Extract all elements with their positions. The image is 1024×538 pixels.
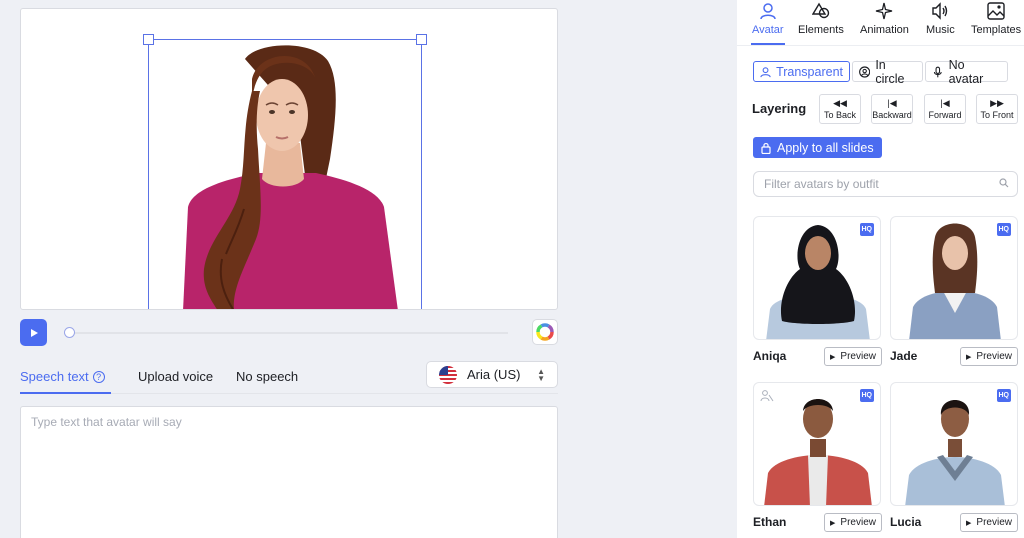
play-icon: ▶: [966, 519, 972, 527]
tab-music[interactable]: Music: [926, 2, 955, 36]
playback-bar: [20, 319, 558, 349]
person-icon: [760, 66, 771, 77]
speaker-icon: [932, 2, 948, 20]
timeline-knob[interactable]: [64, 327, 75, 338]
person-circle-icon: [859, 65, 871, 78]
layering-label: Layering: [752, 101, 807, 116]
avatar-figure[interactable]: [148, 39, 422, 309]
mode-in-circle-label: In circle: [875, 57, 905, 86]
background-color-button[interactable]: [532, 319, 558, 345]
tab-upload-voice[interactable]: Upload voice: [138, 369, 213, 384]
tab-speech-text-label: Speech text: [20, 369, 89, 384]
to-back-label: To Back: [823, 109, 856, 120]
avatar-card-ethan[interactable]: HQ: [753, 382, 881, 506]
lock-icon: [761, 142, 771, 154]
play-icon: ▶: [830, 519, 836, 527]
hq-badge: HQ: [859, 389, 874, 402]
avatar-name: Ethan: [753, 515, 787, 529]
forward-label: Forward: [928, 109, 962, 120]
tab-elements[interactable]: Elements: [798, 2, 844, 36]
avatar-filter-input[interactable]: [753, 171, 1018, 197]
tab-templates[interactable]: Templates: [971, 2, 1021, 36]
voice-select[interactable]: Aria (US) ▲ ▼: [426, 361, 558, 388]
mode-transparent-label: Transparent: [776, 64, 843, 79]
search-icon: [999, 178, 1009, 188]
avatar-card-aniqa[interactable]: HQ: [753, 216, 881, 340]
to-front-button[interactable]: ▶▶ To Front: [976, 94, 1018, 124]
play-icon: ▶: [830, 353, 836, 361]
hq-badge: HQ: [996, 223, 1011, 236]
people-icon: [760, 390, 774, 402]
step-forward-icon: |◀: [940, 97, 950, 108]
avatar-card-jade[interactable]: HQ: [890, 216, 1018, 340]
tab-animation[interactable]: Animation: [860, 2, 909, 36]
speech-textarea[interactable]: [20, 406, 558, 538]
tab-elements-label: Elements: [798, 24, 844, 36]
mode-no-avatar-label: No avatar: [948, 57, 984, 86]
play-button[interactable]: [20, 319, 47, 346]
avatar-card-lucia[interactable]: HQ: [890, 382, 1018, 506]
voice-name: Aria (US): [467, 367, 521, 382]
tab-avatar-label: Avatar: [752, 24, 784, 36]
sparkle-icon: [876, 2, 893, 20]
mode-in-circle[interactable]: In circle: [852, 58, 923, 86]
color-wheel-icon: [536, 323, 554, 341]
tab-templates-label: Templates: [971, 24, 1022, 36]
us-flag-icon: [439, 365, 457, 384]
avatar-name: Aniqa: [753, 349, 787, 363]
step-back-icon: |◀: [887, 97, 897, 108]
help-icon[interactable]: ?: [92, 371, 105, 383]
tab-animation-label: Animation: [860, 24, 909, 36]
hq-badge: HQ: [996, 389, 1011, 402]
fast-forward-icon: ▶▶: [990, 97, 1004, 108]
mode-transparent[interactable]: Transparent: [753, 61, 850, 82]
tabs-divider: [737, 45, 1024, 46]
image-icon: [987, 2, 1005, 20]
microphone-icon: [933, 66, 942, 77]
preview-button-aniqa[interactable]: ▶ Preview: [824, 347, 882, 366]
avatar-name: Lucia: [890, 515, 922, 529]
to-back-button[interactable]: ◀◀ To Back: [819, 94, 861, 124]
to-front-label: To Front: [980, 109, 1014, 120]
apply-to-all-slides-label: Apply to all slides: [777, 140, 874, 155]
tab-avatar[interactable]: Avatar: [752, 2, 784, 36]
preview-label: Preview: [840, 517, 876, 528]
preview-button-lucia[interactable]: ▶ Preview: [960, 513, 1018, 532]
backward-button[interactable]: |◀ Backward: [871, 94, 913, 124]
preview-button-jade[interactable]: ▶ Preview: [960, 347, 1018, 366]
hq-badge: HQ: [859, 223, 874, 236]
preview-label: Preview: [976, 517, 1012, 528]
preview-label: Preview: [976, 351, 1012, 362]
rewind-icon: ◀◀: [833, 97, 847, 108]
preview-button-ethan[interactable]: ▶ Preview: [824, 513, 882, 532]
select-arrows-icon: ▲ ▼: [537, 367, 545, 383]
tab-music-label: Music: [926, 24, 955, 36]
forward-button[interactable]: |◀ Forward: [924, 94, 966, 124]
mode-no-avatar[interactable]: No avatar: [925, 58, 1008, 86]
active-tab-indicator: [20, 392, 111, 394]
app-root: Speech text? Upload voice No speech Aria…: [0, 0, 1024, 538]
play-icon: ▶: [966, 353, 972, 361]
preview-label: Preview: [840, 351, 876, 362]
play-icon: [30, 328, 38, 337]
apply-to-all-slides-button[interactable]: Apply to all slides: [753, 137, 882, 158]
tab-speech-text[interactable]: Speech text?: [20, 369, 105, 384]
tab-no-speech[interactable]: No speech: [236, 369, 298, 384]
avatar-name: Jade: [890, 349, 918, 363]
slide-canvas[interactable]: [20, 8, 558, 310]
timeline-track[interactable]: [64, 332, 508, 334]
shapes-icon: [811, 2, 830, 19]
backward-label: Backward: [872, 109, 912, 120]
avatar-panel: Avatar Elements Animation Music Template…: [737, 0, 1024, 538]
person-icon: [760, 3, 776, 20]
